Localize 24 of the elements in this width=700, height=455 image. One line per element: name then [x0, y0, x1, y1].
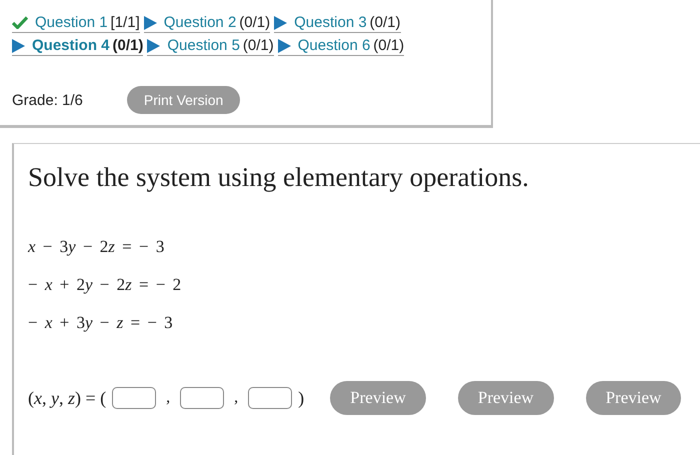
- checkmark-icon: [12, 16, 28, 29]
- question-link[interactable]: Question 4 (0/1): [12, 37, 144, 56]
- equation: x − 3y − 2z = − 3: [28, 237, 166, 257]
- play-icon: [147, 38, 160, 52]
- closing-parenthesis: ): [298, 388, 304, 408]
- question-link[interactable]: Question 3 (0/1): [274, 14, 401, 33]
- answer-field[interactable]: [180, 387, 224, 409]
- question-link[interactable]: Question 1 [1/1]: [12, 14, 140, 33]
- answer-field[interactable]: [112, 387, 156, 409]
- play-icon: [278, 38, 291, 52]
- play-icon: [144, 16, 157, 30]
- comma-text: ,: [234, 389, 238, 407]
- equation: − x + 2y − 2z = − 2: [28, 275, 182, 295]
- equation: − x + 3y − z = − 3: [28, 313, 174, 333]
- grade-text: Grade: 1/6: [12, 92, 83, 108]
- answer-field[interactable]: [248, 387, 292, 409]
- question-link[interactable]: Question 5 (0/1): [147, 37, 274, 56]
- question-prompt: Solve the system using elementary operations.: [28, 162, 530, 193]
- comma-text: ,: [166, 389, 170, 407]
- play-icon: [274, 16, 288, 30]
- answer-label: (x, y, z) = (: [28, 388, 106, 408]
- play-icon: [12, 38, 25, 52]
- question-link[interactable]: Question 6 (0/1): [278, 37, 404, 56]
- question-link[interactable]: Question 2 (0/1): [144, 14, 270, 33]
